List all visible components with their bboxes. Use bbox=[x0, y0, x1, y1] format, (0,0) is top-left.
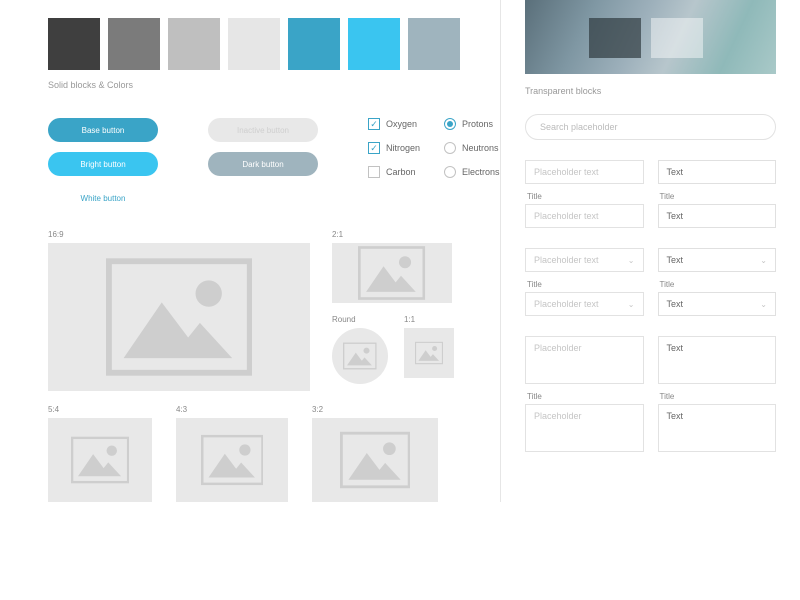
image-placeholder-11[interactable] bbox=[404, 328, 454, 378]
check-icon: ✓ bbox=[368, 142, 380, 154]
textarea-placeholder-titled[interactable]: Placeholder bbox=[525, 404, 644, 452]
transparent-preview bbox=[525, 0, 776, 74]
image-placeholder-169[interactable] bbox=[48, 243, 310, 391]
textarea-filled-titled[interactable]: Text bbox=[658, 404, 777, 452]
select-filled-titled[interactable]: Text⌄ bbox=[658, 292, 777, 316]
image-placeholder-32[interactable] bbox=[312, 418, 438, 502]
select-filled[interactable]: Text⌄ bbox=[658, 248, 777, 272]
textarea-filled[interactable]: Text bbox=[658, 336, 777, 384]
base-button[interactable]: Base button bbox=[48, 118, 158, 142]
swatch-3[interactable] bbox=[168, 18, 220, 70]
radio-icon bbox=[444, 166, 456, 178]
select-placeholder[interactable]: Placeholder text⌄ bbox=[525, 248, 644, 272]
radio-neutrons[interactable]: Neutrons bbox=[444, 142, 500, 154]
text-input-placeholder-titled[interactable]: Placeholder text bbox=[525, 204, 644, 228]
textarea-placeholder[interactable]: Placeholder bbox=[525, 336, 644, 384]
checkbox-oxygen[interactable]: ✓ Oxygen bbox=[368, 118, 420, 130]
swatch-4[interactable] bbox=[228, 18, 280, 70]
swatch-7[interactable] bbox=[408, 18, 460, 70]
radio-icon bbox=[444, 142, 456, 154]
search-placeholder: Search placeholder bbox=[540, 122, 618, 132]
field-title: Title bbox=[660, 192, 777, 201]
chevron-down-icon: ⌄ bbox=[628, 256, 635, 265]
chevron-down-icon: ⌄ bbox=[760, 300, 767, 309]
checkbox-carbon[interactable]: Carbon bbox=[368, 166, 420, 178]
checkbox-nitrogen[interactable]: ✓ Nitrogen bbox=[368, 142, 420, 154]
swatch-6[interactable] bbox=[348, 18, 400, 70]
field-title: Title bbox=[527, 392, 644, 401]
checkbox-label: Nitrogen bbox=[386, 143, 420, 153]
swatch-1[interactable] bbox=[48, 18, 100, 70]
chevron-down-icon: ⌄ bbox=[628, 300, 635, 309]
swatch-2[interactable] bbox=[108, 18, 160, 70]
field-title: Title bbox=[527, 192, 644, 201]
transparent-swatch-dark[interactable] bbox=[589, 18, 641, 58]
white-button[interactable]: White button bbox=[48, 186, 158, 210]
color-swatches bbox=[48, 18, 500, 70]
radio-label: Neutrons bbox=[462, 143, 499, 153]
text-input-filled-titled[interactable]: Text bbox=[658, 204, 777, 228]
field-title: Title bbox=[660, 280, 777, 289]
radio-label: Protons bbox=[462, 119, 493, 129]
field-title: Title bbox=[527, 280, 644, 289]
select-placeholder-titled[interactable]: Placeholder text⌄ bbox=[525, 292, 644, 316]
ratio-label-169: 16:9 bbox=[48, 230, 310, 239]
image-placeholder-round[interactable] bbox=[332, 328, 388, 384]
radio-label: Electrons bbox=[462, 167, 500, 177]
swatches-label: Solid blocks & Colors bbox=[48, 80, 500, 90]
search-input[interactable]: Search placeholder bbox=[525, 114, 776, 140]
inactive-button: Inactive button bbox=[208, 118, 318, 142]
image-placeholder-43[interactable] bbox=[176, 418, 288, 502]
transparent-label: Transparent blocks bbox=[525, 86, 776, 96]
checkbox-label: Oxygen bbox=[386, 119, 417, 129]
check-icon: ✓ bbox=[368, 118, 380, 130]
radio-electrons[interactable]: Electrons bbox=[444, 166, 500, 178]
dark-button[interactable]: Dark button bbox=[208, 152, 318, 176]
chevron-down-icon: ⌄ bbox=[760, 256, 767, 265]
checkbox-label: Carbon bbox=[386, 167, 416, 177]
swatch-5[interactable] bbox=[288, 18, 340, 70]
radio-icon bbox=[444, 118, 456, 130]
text-input-placeholder[interactable]: Placeholder text bbox=[525, 160, 644, 184]
bright-button[interactable]: Bright button bbox=[48, 152, 158, 176]
radio-protons[interactable]: Protons bbox=[444, 118, 500, 130]
text-input-filled[interactable]: Text bbox=[658, 160, 777, 184]
transparent-swatch-light[interactable] bbox=[651, 18, 703, 58]
image-placeholder-54[interactable] bbox=[48, 418, 152, 502]
field-title: Title bbox=[660, 392, 777, 401]
check-icon bbox=[368, 166, 380, 178]
